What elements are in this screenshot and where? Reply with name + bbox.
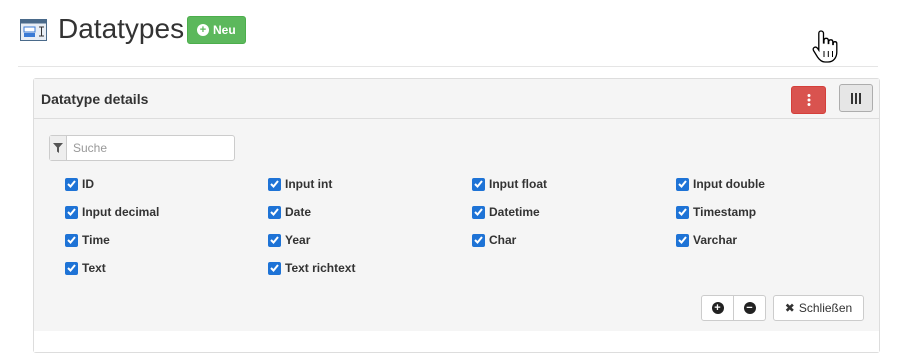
- column-checkbox-label: Timestamp: [693, 205, 757, 219]
- columns-button[interactable]: [839, 84, 873, 112]
- column-checkbox-label: Input decimal: [82, 205, 160, 219]
- column-checkbox-input-double[interactable]: Input double: [676, 177, 765, 191]
- panel-heading: Datatype details: [34, 79, 879, 119]
- column-checkbox-label: Char: [489, 233, 517, 247]
- checkbox-checked-icon: [676, 205, 689, 219]
- column-checkbox-timestamp[interactable]: Timestamp: [676, 205, 756, 219]
- panel-body: [34, 331, 879, 352]
- column-checkbox-label: Date: [285, 205, 312, 219]
- page-title: Datatypes: [58, 13, 185, 44]
- close-icon: ✖: [784, 301, 795, 315]
- new-button[interactable]: + Neu: [187, 16, 246, 44]
- datatype-details-panel: Datatype details Suche ID Input int Inpu…: [33, 78, 880, 353]
- column-checkbox-input-decimal[interactable]: Input decimal: [65, 205, 159, 219]
- checkbox-checked-icon: [268, 177, 281, 191]
- column-checkbox-date[interactable]: Date: [268, 205, 311, 219]
- panel-title: Datatype details: [41, 91, 149, 107]
- column-checkbox-char[interactable]: Char: [472, 233, 516, 247]
- checkbox-checked-icon: [65, 205, 78, 219]
- column-chooser: ID Input int Input float Input double In…: [34, 125, 879, 331]
- columns-icon: [851, 92, 861, 104]
- column-checkbox-time[interactable]: Time: [65, 233, 110, 247]
- checkbox-checked-icon: [676, 233, 689, 247]
- column-checkbox-label: Text richtext: [285, 261, 356, 275]
- search-group: [49, 135, 235, 161]
- menu-button[interactable]: [791, 86, 826, 114]
- column-checkbox-label: Varchar: [693, 233, 738, 247]
- checkbox-checked-icon: [472, 205, 485, 219]
- deselect-all-button[interactable]: −: [734, 295, 766, 321]
- checkbox-checked-icon: [65, 261, 78, 275]
- column-checkbox-label: ID: [82, 177, 94, 191]
- search-input[interactable]: [67, 136, 234, 160]
- column-checkbox-datetime[interactable]: Datetime: [472, 205, 540, 219]
- new-button-label: Neu: [213, 23, 236, 37]
- close-button[interactable]: ✖ Schließen: [773, 295, 864, 321]
- checkbox-checked-icon: [472, 177, 485, 191]
- column-checkbox-label: Datetime: [489, 205, 540, 219]
- column-checkbox-year[interactable]: Year: [268, 233, 310, 247]
- column-checkbox-input-float[interactable]: Input float: [472, 177, 547, 191]
- checkbox-checked-icon: [472, 233, 485, 247]
- select-button-group: + −: [701, 295, 766, 321]
- vertical-ellipsis-icon: [807, 94, 810, 106]
- checkbox-checked-icon: [65, 233, 78, 247]
- filter-icon: [50, 136, 67, 160]
- column-checkbox-varchar[interactable]: Varchar: [676, 233, 737, 247]
- checkbox-checked-icon: [268, 205, 281, 219]
- column-checkbox-label: Input float: [489, 177, 547, 191]
- column-checkbox-text-richtext[interactable]: Text richtext: [268, 261, 355, 275]
- header-divider: [18, 66, 878, 67]
- plus-circle-icon: +: [711, 302, 724, 314]
- checkbox-checked-icon: [676, 177, 689, 191]
- minus-circle-icon: −: [743, 302, 756, 314]
- select-all-button[interactable]: +: [701, 295, 734, 321]
- hand-pointer-icon: [812, 30, 838, 63]
- column-checkbox-label: Time: [82, 233, 110, 247]
- checkbox-checked-icon: [268, 233, 281, 247]
- column-checkbox-id[interactable]: ID: [65, 177, 94, 191]
- close-button-label: Schließen: [798, 301, 853, 315]
- checkbox-checked-icon: [65, 177, 78, 191]
- plus-circle-icon: +: [197, 24, 209, 36]
- column-checkbox-label: Text: [82, 261, 106, 275]
- column-checkbox-label: Input int: [285, 177, 333, 191]
- table-window-icon: [20, 19, 47, 41]
- column-checkbox-label: Input double: [693, 177, 765, 191]
- column-checkbox-input-int[interactable]: Input int: [268, 177, 332, 191]
- column-checkbox-text[interactable]: Text: [65, 261, 106, 275]
- checkbox-checked-icon: [268, 261, 281, 275]
- column-checkbox-label: Year: [285, 233, 311, 247]
